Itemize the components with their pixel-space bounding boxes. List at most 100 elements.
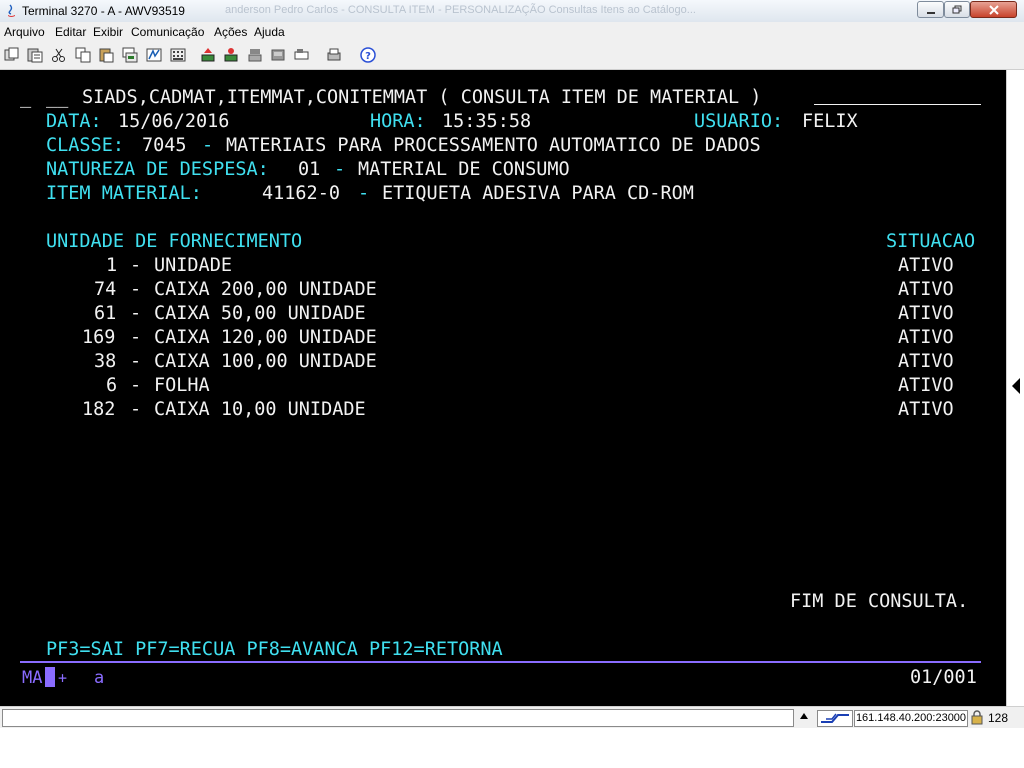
natureza-desc: MATERIAL DE CONSUMO	[358, 159, 570, 180]
play-icon[interactable]	[270, 47, 286, 63]
row-dash: -	[130, 303, 142, 324]
keypad-icon[interactable]	[170, 47, 186, 63]
arrow-up-icon[interactable]	[800, 713, 808, 719]
row-status: ATIVO	[898, 375, 954, 396]
title-bar: Terminal 3270 - A - AWV93519 anderson Pe…	[0, 0, 1024, 23]
classe-dash: -	[202, 135, 214, 156]
natureza-label: NATUREZA DE DESPESA:	[46, 159, 269, 180]
item-dash: -	[358, 183, 370, 204]
cut-icon[interactable]	[51, 47, 67, 63]
row-status: ATIVO	[898, 279, 954, 300]
menu-ajuda[interactable]: Ajuda	[254, 25, 285, 39]
menu-comunicacao[interactable]: Comunicação	[131, 25, 204, 39]
stop-icon[interactable]	[294, 47, 310, 63]
oia-plus-indicator: +	[58, 669, 68, 687]
minimize-button[interactable]	[917, 1, 944, 18]
paste-special-icon[interactable]	[98, 47, 114, 63]
receive-icon[interactable]	[223, 47, 239, 63]
close-icon	[988, 4, 999, 15]
row-desc: CAIXA 200,00 UNIDADE	[154, 279, 377, 300]
row-dash: -	[130, 279, 142, 300]
row-dash: -	[130, 255, 142, 276]
copy-screen-icon[interactable]	[4, 47, 20, 63]
screen-header: SIADS,CADMAT,ITEMMAT,CONITEMMAT ( CONSUL…	[82, 87, 762, 108]
row-code: 6	[106, 375, 118, 396]
data-value: 15/06/2016	[118, 111, 230, 132]
java-app-icon	[8, 4, 15, 17]
oia-ma-indicator: MA	[22, 668, 43, 688]
hora-value: 15:35:58	[442, 111, 532, 132]
menu-bar: Arquivo Editar Exibir Comunicação Ações …	[0, 22, 1024, 42]
menu-acoes[interactable]: Ações	[214, 25, 247, 39]
close-button[interactable]	[970, 1, 1017, 18]
row-desc: UNIDADE	[154, 255, 232, 276]
row-code: 1	[106, 255, 118, 276]
cursor-block	[45, 667, 55, 687]
row-desc: CAIXA 120,00 UNIDADE	[154, 327, 377, 348]
side-panel-toggle[interactable]	[1006, 70, 1024, 706]
row-status: ATIVO	[898, 399, 954, 420]
maximize-button[interactable]	[944, 1, 970, 18]
copy-icon[interactable]	[75, 47, 91, 63]
item-code: 41162-0	[262, 183, 340, 204]
send-icon[interactable]	[200, 47, 216, 63]
hora-label: HORA:	[370, 111, 426, 132]
natureza-dash: -	[334, 159, 346, 180]
host-address: 161.148.40.200:23000	[854, 710, 968, 727]
status-bar: 161.148.40.200:23000 128	[0, 706, 1024, 729]
data-label: DATA:	[46, 111, 102, 132]
item-desc: ETIQUETA ADESIVA PARA CD-ROM	[382, 183, 694, 204]
help-icon[interactable]: ?	[360, 47, 376, 63]
item-label: ITEM MATERIAL:	[46, 183, 202, 204]
connection-indicator	[817, 710, 853, 727]
restore-icon	[952, 5, 962, 13]
pf-keys-legend: PF3=SAI PF7=RECUA PF8=AVANCA PF12=RETORN…	[46, 639, 503, 660]
menu-editar[interactable]: Editar	[55, 25, 86, 39]
classe-desc: MATERIAIS PARA PROCESSAMENTO AUTOMATICO …	[226, 135, 761, 156]
macro-icon[interactable]	[146, 47, 162, 63]
column-header-situacao: SITUACAO	[886, 231, 976, 252]
connection-icon	[821, 713, 849, 723]
row-desc: CAIXA 50,00 UNIDADE	[154, 303, 366, 324]
row-status: ATIVO	[898, 351, 954, 372]
classe-label: CLASSE:	[46, 135, 124, 156]
row-dash: -	[130, 351, 142, 372]
cursor-underscore: _	[20, 87, 32, 108]
row-status: ATIVO	[898, 255, 954, 276]
natureza-code: 01	[298, 159, 321, 180]
menu-exibir[interactable]: Exibir	[93, 25, 123, 39]
row-dash: -	[130, 399, 142, 420]
print-icon[interactable]	[122, 47, 138, 63]
row-code: 61	[94, 303, 117, 324]
row-status: ATIVO	[898, 327, 954, 348]
column-header-unidade: UNIDADE DE FORNECIMENTO	[46, 231, 303, 252]
command-field[interactable]: __	[46, 88, 68, 108]
row-code: 74	[94, 279, 117, 300]
header-underline	[814, 104, 981, 105]
print-screen-icon[interactable]	[326, 47, 342, 63]
menu-arquivo[interactable]: Arquivo	[4, 25, 45, 39]
window-title: Terminal 3270 - A - AWV93519	[22, 4, 185, 18]
record-icon[interactable]	[247, 47, 263, 63]
row-desc: CAIXA 10,00 UNIDADE	[154, 399, 366, 420]
oia-a-indicator: a	[94, 668, 105, 688]
page-indicator: 01/001	[910, 667, 977, 688]
row-code: 169	[82, 327, 116, 348]
oia-separator	[20, 661, 981, 663]
row-desc: CAIXA 100,00 UNIDADE	[154, 351, 377, 372]
classe-code: 7045	[142, 135, 187, 156]
svg-text:?: ?	[365, 51, 371, 62]
row-code: 38	[94, 351, 117, 372]
row-status: ATIVO	[898, 303, 954, 324]
background-title-ghost: anderson Pedro Carlos - CONSULTA ITEM - …	[225, 4, 696, 16]
terminal-screen[interactable]: _ __ SIADS,CADMAT,ITEMMAT,CONITEMMAT ( C…	[0, 70, 1006, 706]
lock-icon	[971, 710, 983, 725]
usuario-label: USUARIO:	[694, 111, 784, 132]
paste-icon[interactable]	[27, 47, 43, 63]
row-dash: -	[130, 375, 142, 396]
bottom-area	[0, 728, 1024, 768]
usuario-value: FELIX	[802, 111, 858, 132]
encryption-bits: 128	[988, 711, 1009, 725]
row-code: 182	[82, 399, 116, 420]
chevron-left-icon	[1012, 378, 1020, 394]
